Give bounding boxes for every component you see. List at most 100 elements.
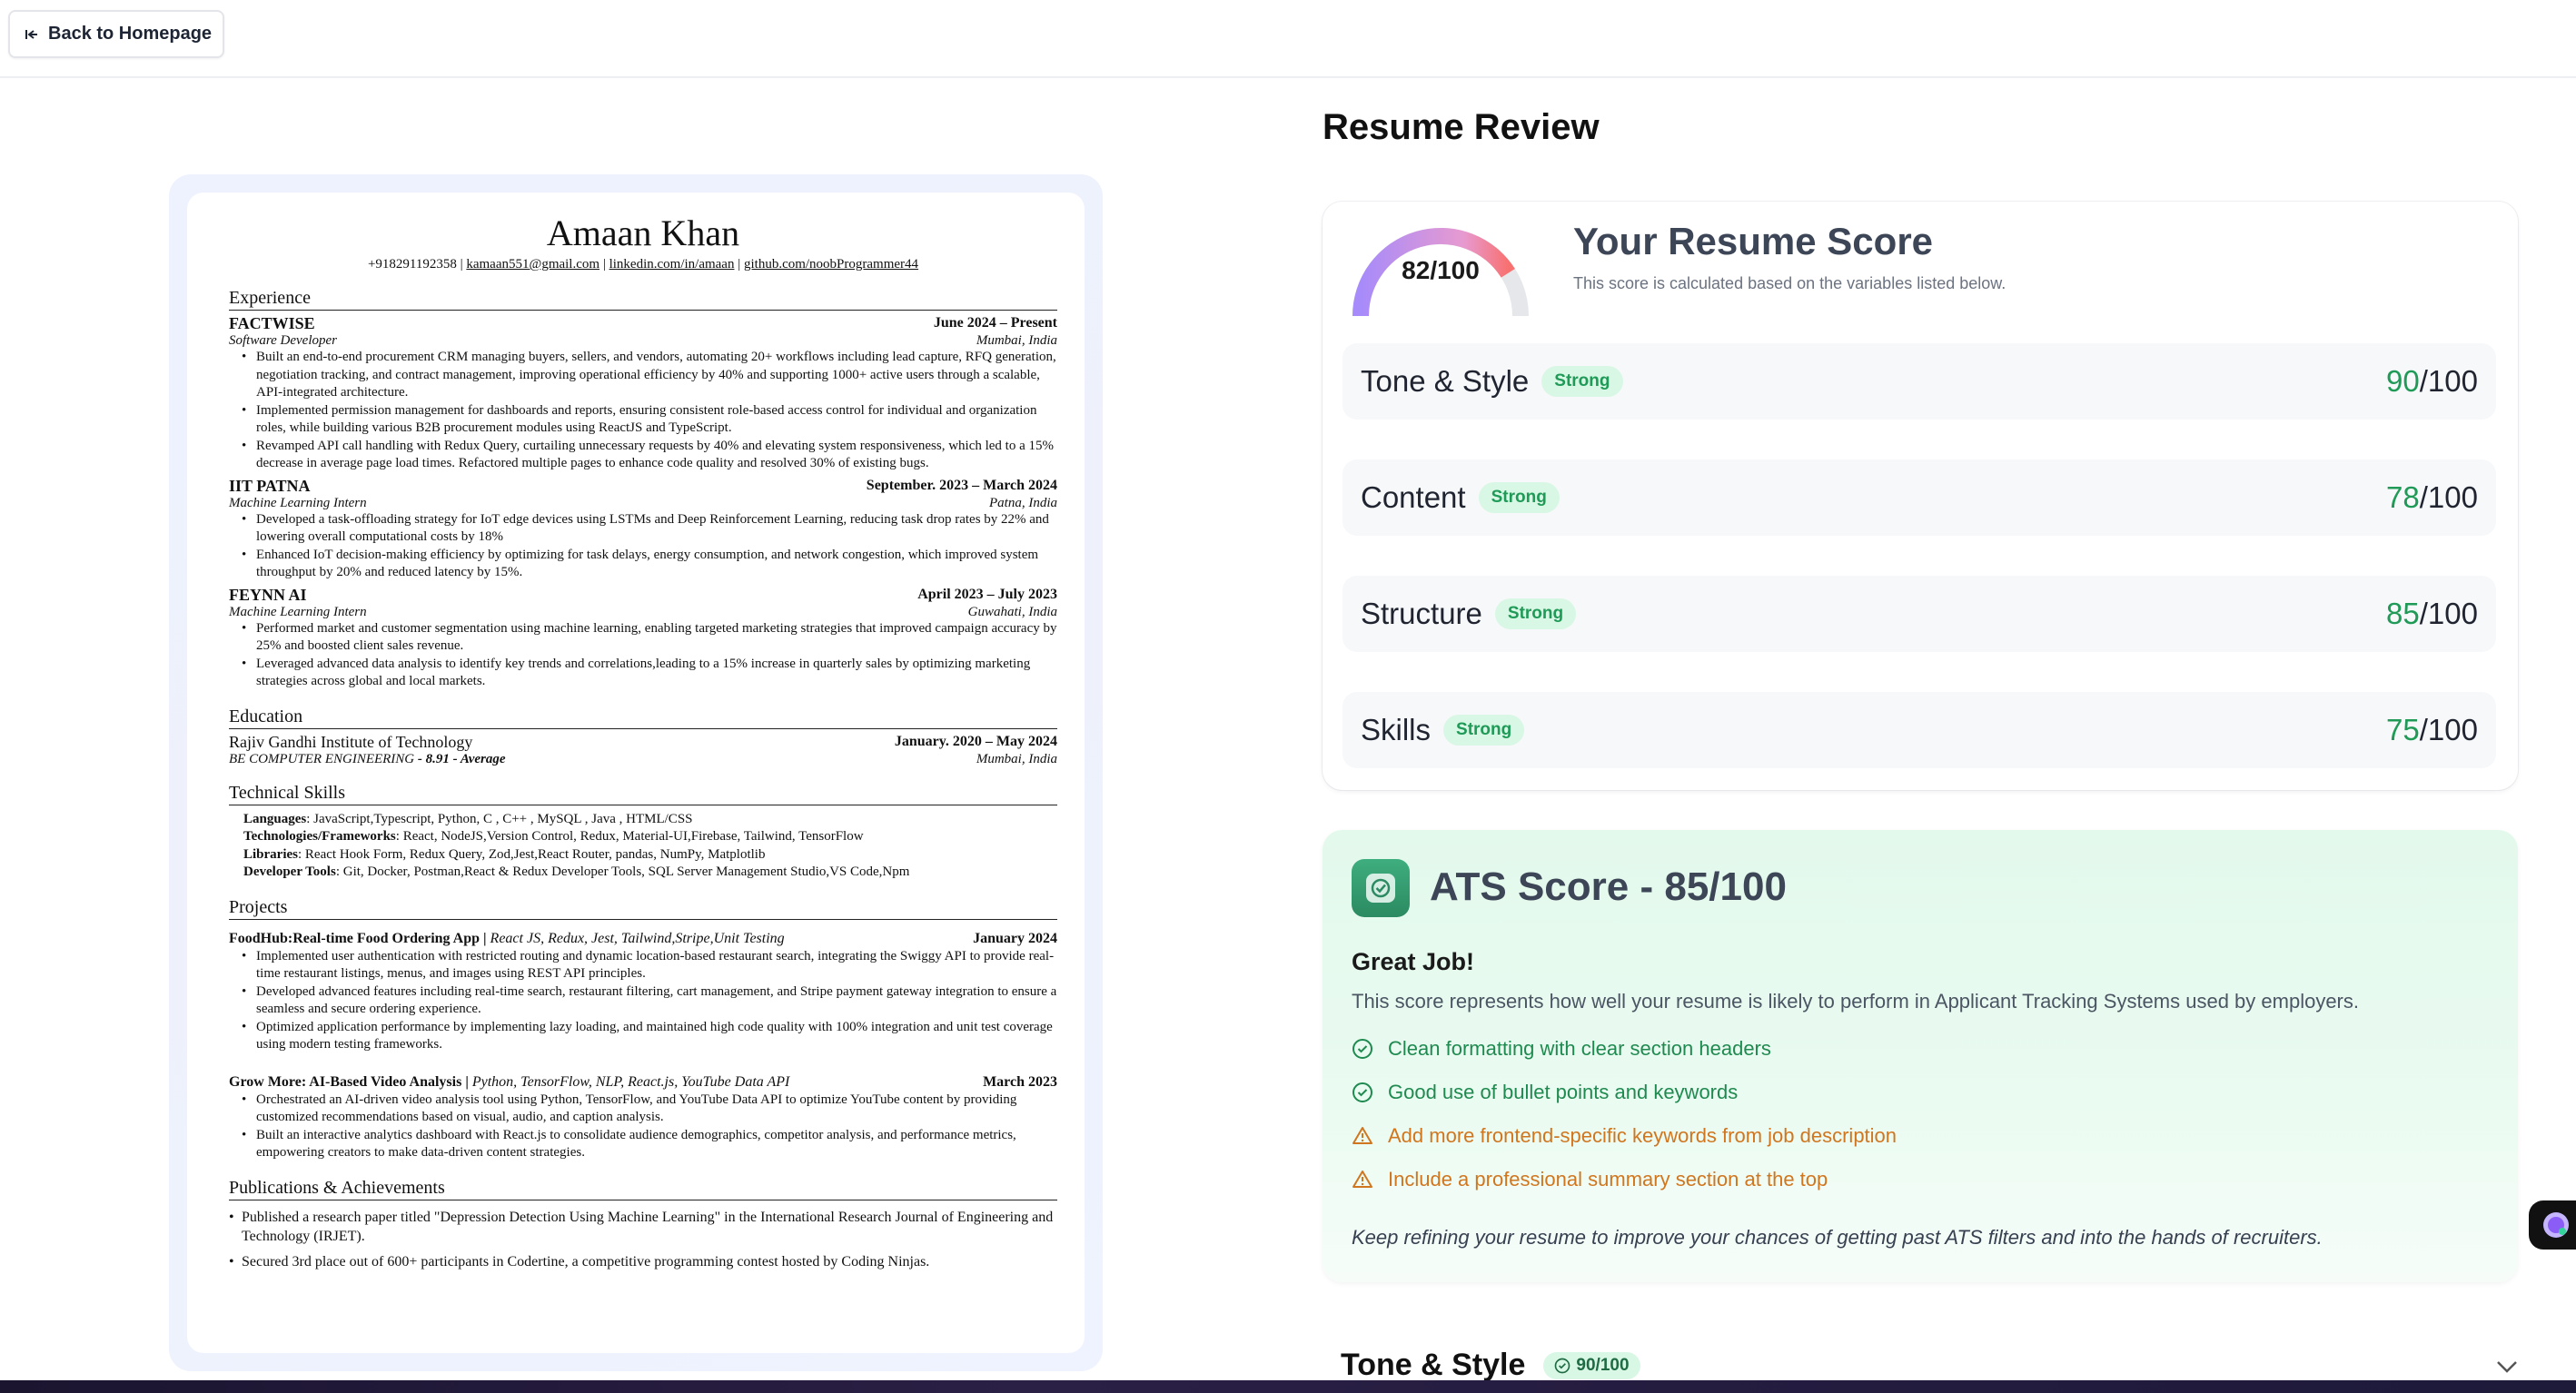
experience-entry: IIT PATNA September. 2023 – March 2024 Mac… bbox=[229, 476, 1057, 582]
skill-value: : React Hook Form, Redux Query, Zod,Jest… bbox=[298, 846, 766, 862]
project-stack: React JS, Redux, Jest, Tailwind,Stripe,U… bbox=[490, 930, 785, 946]
assistant-bubble-button[interactable] bbox=[2529, 1200, 2576, 1250]
ats-heading: Great Job! bbox=[1352, 948, 1475, 975]
experience-role: Software Developer bbox=[229, 333, 337, 348]
warning-triangle-icon bbox=[1352, 1127, 1372, 1144]
category-badge: Strong bbox=[1494, 598, 1577, 629]
check-circle-icon bbox=[1352, 1039, 1372, 1059]
ats-tip-item: Good use of bullet points and keywords bbox=[1352, 1081, 1738, 1104]
skill-value: : JavaScript,Typescript, Python, C , C++… bbox=[306, 811, 693, 826]
skill-line: Technologies/Frameworks: React, NodeJS,V… bbox=[243, 828, 1057, 846]
project-bullet: Developed advanced features including re… bbox=[242, 983, 1057, 1019]
skill-line: Developer Tools: Git, Docker, Postman,Re… bbox=[243, 864, 1057, 882]
resume-linkedin[interactable]: linkedin.com/in/amaan bbox=[609, 257, 735, 272]
back-to-homepage-label: Back to Homepage bbox=[48, 24, 213, 44]
arrow-left-to-line-icon bbox=[25, 27, 39, 42]
skills-list: Languages: JavaScript,Typescript, Python… bbox=[243, 811, 1057, 882]
resume-preview: Amaan Khan +918291192358 | kamaan551@gma… bbox=[169, 174, 1103, 1371]
check-circle-icon bbox=[1555, 1358, 1570, 1373]
experience-bullets: Built an end-to-end procurement CRM mana… bbox=[242, 349, 1057, 473]
tone-style-accordion-header[interactable]: Tone & Style 90/100 bbox=[1341, 1348, 1640, 1383]
skill-line: Languages: JavaScript,Typescript, Python… bbox=[243, 811, 1057, 829]
experience-location: Patna, India bbox=[989, 495, 1057, 510]
projects-list: FoodHub:Real-time Food Ordering App | Re… bbox=[229, 929, 1057, 1162]
category-name: Tone & Style bbox=[1361, 364, 1530, 398]
experience-bullet: Revamped API call handling with Redux Qu… bbox=[242, 438, 1057, 473]
back-to-homepage-button[interactable]: Back to Homepage bbox=[8, 10, 225, 58]
project-bullet: Orchestrated an AI-driven video analysis… bbox=[242, 1092, 1057, 1127]
ats-footer: Keep refining your resume to improve you… bbox=[1352, 1226, 2323, 1249]
experience-entry: FEYNN AI April 2023 – July 2023 Machine Le… bbox=[229, 585, 1057, 691]
top-bar: Back to Homepage bbox=[0, 0, 2576, 78]
project-entry: Grow More: AI-Based Video Analysis | Pyt… bbox=[229, 1072, 1057, 1162]
category-row-skills: Skills Strong 75/100 bbox=[1342, 692, 2496, 768]
experience-bullet: Implemented permission management for da… bbox=[242, 402, 1057, 438]
experience-dates: April 2023 – July 2023 bbox=[917, 586, 1057, 602]
category-badge: Strong bbox=[1478, 482, 1560, 513]
overall-score-label: 82/100 bbox=[1402, 256, 1480, 284]
check-circle-icon bbox=[1352, 1082, 1372, 1102]
category-score: 90/100 bbox=[2386, 364, 2478, 398]
education-grade: - 8.91 - Average bbox=[417, 751, 506, 766]
publication-item: Secured 3rd place out of 600+ participan… bbox=[229, 1252, 1057, 1271]
score-heading: Your Resume Score bbox=[1573, 220, 1934, 262]
project-date: March 2023 bbox=[983, 1073, 1057, 1090]
ats-tip-item: Include a professional summary section a… bbox=[1352, 1168, 1828, 1191]
experience-bullet: Enhanced IoT decision-making efficiency … bbox=[242, 547, 1057, 582]
ats-tip-item: Clean formatting with clear section head… bbox=[1352, 1037, 1771, 1061]
chevron-down-icon[interactable] bbox=[2494, 1357, 2520, 1377]
category-score: 85/100 bbox=[2386, 597, 2478, 630]
skill-label: Developer Tools bbox=[243, 864, 336, 879]
category-score: 78/100 bbox=[2386, 480, 2478, 514]
category-score: 75/100 bbox=[2386, 713, 2478, 746]
resume-github[interactable]: github.com/noobProgrammer44 bbox=[744, 257, 918, 272]
resume-contact: +918291192358 | kamaan551@gmail.com | li… bbox=[367, 257, 919, 272]
resume-score-card: 82/100 Your Resume Score This score is c… bbox=[1323, 202, 2518, 790]
projects-heading: Projects bbox=[229, 896, 1057, 920]
ats-score-card: ATS Score - 85/100 Great Job! This score… bbox=[1323, 830, 2518, 1282]
skill-line: Libraries: React Hook Form, Redux Query,… bbox=[243, 846, 1057, 864]
project-date: January 2024 bbox=[973, 930, 1057, 946]
experience-list: FACTWISE June 2024 – Present Software Deve… bbox=[229, 313, 1057, 691]
tone-style-badge: 90/100 bbox=[1543, 1351, 1640, 1379]
education-location: Mumbai, India bbox=[976, 751, 1057, 766]
skills-heading: Technical Skills bbox=[229, 782, 1057, 805]
category-name: Structure bbox=[1361, 597, 1482, 630]
experience-bullet: Built an end-to-end procurement CRM mana… bbox=[242, 349, 1057, 402]
experience-bullet: Leveraged advanced data analysis to iden… bbox=[242, 656, 1057, 691]
skill-value: : Git, Docker, Postman,React & Redux Dev… bbox=[335, 864, 910, 879]
category-row-content: Content Strong 78/100 bbox=[1342, 459, 2496, 536]
experience-bullets: Performed market and customer segmentati… bbox=[242, 620, 1057, 691]
resume-email[interactable]: kamaan551@gmail.com bbox=[466, 257, 599, 272]
experience-dates: September. 2023 – March 2024 bbox=[866, 477, 1057, 493]
project-bullet: Built an interactive analytics dashboard… bbox=[242, 1127, 1057, 1162]
project-bullets: Implemented user authentication with res… bbox=[242, 948, 1057, 1054]
project-name: FoodHub:Real-time Food Ordering App bbox=[229, 930, 481, 946]
resume-document: Amaan Khan +918291192358 | kamaan551@gma… bbox=[187, 193, 1085, 1353]
experience-bullet: Developed a task-offloading strategy for… bbox=[242, 511, 1057, 547]
experience-location: Guwahati, India bbox=[967, 604, 1057, 619]
skill-label: Languages bbox=[243, 811, 307, 826]
education-entry: Rajiv Gandhi Institute of Technology Jan… bbox=[229, 732, 1057, 767]
experience-dates: June 2024 – Present bbox=[933, 315, 1057, 331]
category-row-tone-style: Tone & Style Strong 90/100 bbox=[1342, 343, 2496, 420]
ats-tip-item: Add more frontend-specific keywords from… bbox=[1352, 1124, 1897, 1148]
publication-item: Published a research paper titled "Depre… bbox=[229, 1208, 1057, 1246]
experience-bullets: Developed a task-offloading strategy for… bbox=[242, 511, 1057, 582]
experience-org: FEYNN AI bbox=[229, 585, 307, 604]
warning-triangle-icon bbox=[1352, 1171, 1372, 1188]
assistant-avatar-icon bbox=[2543, 1212, 2569, 1238]
skill-label: Libraries bbox=[243, 846, 298, 862]
ats-title: ATS Score - 85/100 bbox=[1430, 864, 1787, 909]
tone-style-title: Tone & Style bbox=[1341, 1348, 1526, 1382]
ats-check-icon bbox=[1352, 859, 1410, 917]
category-badge: Strong bbox=[1443, 715, 1525, 746]
project-bullet: Implemented user authentication with res… bbox=[242, 948, 1057, 983]
project-name: Grow More: AI-Based Video Analysis bbox=[229, 1073, 462, 1090]
resume-phone: +918291192358 bbox=[367, 257, 457, 272]
ats-description: This score represents how well your resu… bbox=[1352, 990, 2359, 1013]
education-heading: Education bbox=[229, 706, 1057, 729]
experience-org: FACTWISE bbox=[229, 314, 315, 332]
education-degree: BE COMPUTER ENGINEERING bbox=[229, 751, 415, 766]
education-school: Rajiv Gandhi Institute of Technology bbox=[229, 732, 473, 751]
